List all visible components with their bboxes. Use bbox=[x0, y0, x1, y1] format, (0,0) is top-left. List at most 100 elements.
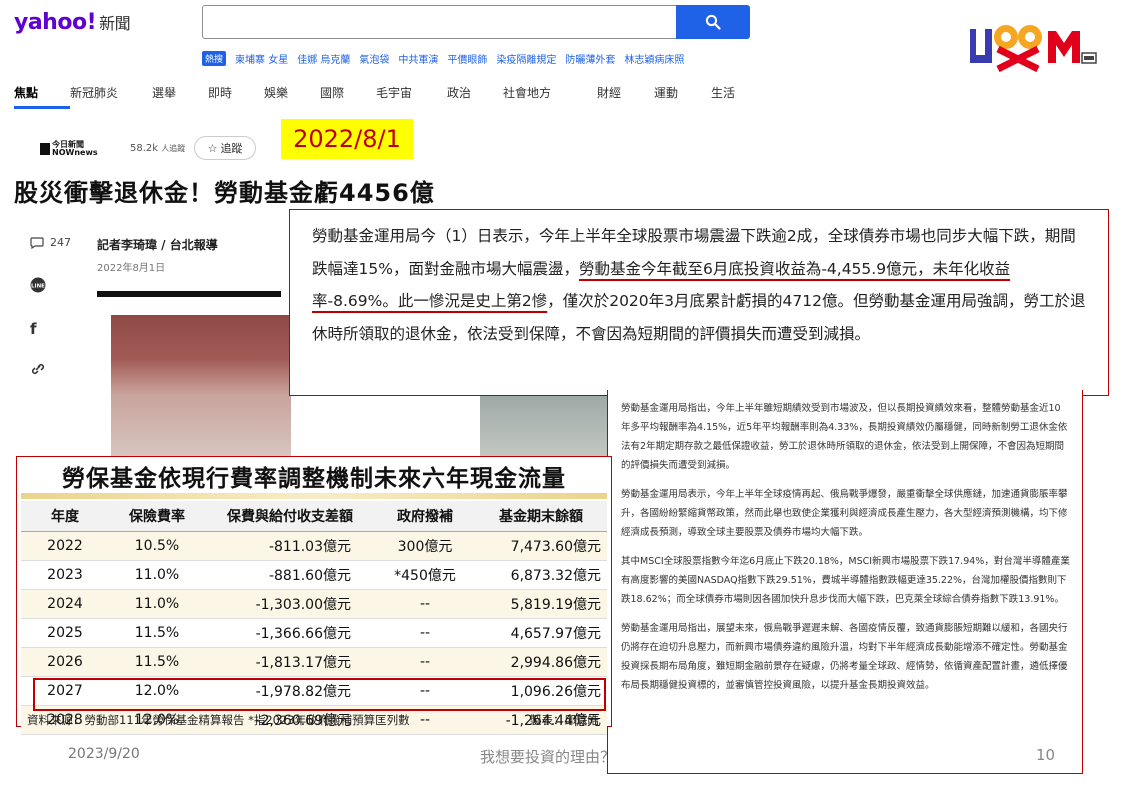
article-paragraph: 勞動基金運用局表示，今年上半年全球疫情再起、俄烏戰爭爆發，嚴重衝擊全球供應鏈，加… bbox=[621, 489, 1068, 538]
link-icon bbox=[31, 363, 45, 375]
tab-covid[interactable]: 新冠肺炎 bbox=[70, 84, 152, 109]
table-cell: 11.5% bbox=[109, 647, 205, 677]
table-cell: 2023 bbox=[21, 560, 109, 590]
table-row: 2023 11.0% -881.60億元 *450億元 6,873.32億元 bbox=[21, 560, 607, 590]
article-paragraph: 勞動基金運用局指出，展望未來，俄烏戰爭遲遲未解、各國疫情反覆，致通貨膨脹短期難以… bbox=[621, 623, 1068, 691]
trending-tag: 熱搜 bbox=[202, 51, 227, 66]
title-divider bbox=[21, 493, 607, 499]
article-headline: 股災衝擊退休金！勞動基金虧4456億 bbox=[14, 179, 435, 207]
tab-politics[interactable]: 政治 bbox=[447, 84, 503, 109]
category-nav: 焦點 新冠肺炎 選舉 即時 娛樂 國際 毛宇宙 政治 社會地方 財經 運動 生活 bbox=[14, 84, 751, 109]
follow-button[interactable]: ☆ 追蹤 bbox=[194, 136, 256, 160]
table-cell: -1,813.17億元 bbox=[205, 647, 375, 677]
tab-finance[interactable]: 財經 bbox=[597, 84, 654, 109]
column-header: 保費與給付收支差額 bbox=[205, 501, 375, 532]
table-cell: 2,994.86億元 bbox=[475, 647, 607, 677]
table-cell: 2026 bbox=[21, 647, 109, 677]
date-badge: 2022/8/1 bbox=[281, 119, 413, 159]
table-row: 2024 11.0% -1,303.00億元 -- 5,819.19億元 bbox=[21, 589, 607, 619]
column-header: 保險費率 bbox=[109, 501, 205, 532]
trending-bar: 熱搜 柬埔寨 女星 佳娜 烏克蘭 氣泡袋 中共軍演 平價眼飾 染疫隔離規定 防曬… bbox=[202, 51, 684, 66]
comment-icon bbox=[30, 236, 44, 249]
table-row: 2022 10.5% -811.03億元 300億元 7,473.60億元 bbox=[21, 531, 607, 561]
search-icon bbox=[705, 14, 721, 30]
table-cell: 10.5% bbox=[109, 531, 205, 561]
facebook-icon: f bbox=[30, 320, 37, 338]
tab-entertainment[interactable]: 娛樂 bbox=[264, 84, 320, 109]
tab-realtime[interactable]: 即時 bbox=[208, 84, 264, 109]
trending-link[interactable]: 防曬薄外套 bbox=[565, 51, 615, 66]
follower-count: 58.2k 人追蹤 bbox=[130, 143, 185, 154]
divider-bar bbox=[97, 291, 281, 297]
tab-international[interactable]: 國際 bbox=[320, 84, 376, 109]
article-paragraph: 其中MSCI全球股票指數今年迄6月底止下跌20.18%，MSCI新興市場股票下跌… bbox=[621, 556, 1070, 605]
table-cell: 11.0% bbox=[109, 589, 205, 619]
comments-button[interactable]: 247 bbox=[30, 236, 71, 249]
tab-life[interactable]: 生活 bbox=[711, 84, 751, 109]
table-cell: 300億元 bbox=[375, 531, 475, 561]
table-cell: *450億元 bbox=[375, 560, 475, 590]
table-cell: 7,473.60億元 bbox=[475, 531, 607, 561]
table-title: 勞保基金依現行費率調整機制未來六年現金流量 bbox=[62, 466, 566, 492]
tab-election[interactable]: 選舉 bbox=[152, 84, 208, 109]
tab-metaverse[interactable]: 毛宇宙 bbox=[376, 84, 447, 109]
slide-number: 10 bbox=[1036, 746, 1056, 764]
trending-link[interactable]: 染疫隔離規定 bbox=[496, 51, 556, 66]
tab-society[interactable]: 社會地方 bbox=[503, 84, 597, 109]
table-cell: 2022 bbox=[21, 531, 109, 561]
line-icon: LINE bbox=[30, 277, 46, 293]
trending-link[interactable]: 柬埔寨 女星 bbox=[235, 51, 288, 66]
row-2028-highlight bbox=[33, 678, 606, 711]
look-brand-logo bbox=[970, 25, 1097, 73]
table-cell: -- bbox=[375, 618, 475, 648]
table-cell: 11.5% bbox=[109, 618, 205, 648]
publish-date: 2022年8月1日 bbox=[97, 263, 166, 274]
line-share-button[interactable]: LINE bbox=[30, 277, 46, 293]
table-source-note: 資料來源：勞動部111年勞保基金精算報告 *指2023年政府撥補預算匡列數 bbox=[27, 713, 410, 727]
facebook-share-button[interactable]: f bbox=[30, 320, 37, 338]
star-icon: ☆ bbox=[207, 141, 218, 155]
logo-text: yahoo! bbox=[14, 10, 97, 35]
follower-label: 人追蹤 bbox=[161, 144, 186, 153]
comment-count: 247 bbox=[50, 236, 71, 249]
trending-link[interactable]: 氣泡袋 bbox=[359, 51, 389, 66]
table-cell: -1,366.66億元 bbox=[205, 618, 375, 648]
table-row: 2026 11.5% -1,813.17億元 -- 2,994.86億元 bbox=[21, 647, 607, 677]
table-cell: 5,819.19億元 bbox=[475, 589, 607, 619]
article-photo bbox=[111, 315, 291, 460]
table-cell: 11.0% bbox=[109, 560, 205, 590]
svg-text:LINE: LINE bbox=[31, 284, 45, 290]
table-cell: 2025 bbox=[21, 618, 109, 648]
table-cell: -- bbox=[375, 589, 475, 619]
tab-focus[interactable]: 焦點 bbox=[14, 84, 70, 109]
table-cell: -811.03億元 bbox=[205, 531, 375, 561]
author-byline: 記者李琦瑋 / 台北報導 bbox=[97, 238, 218, 252]
column-header: 基金期末餘額 bbox=[475, 501, 607, 532]
publisher-logo[interactable]: 今日新聞 NOWnews bbox=[40, 141, 98, 157]
column-header: 年度 bbox=[21, 501, 109, 532]
yahoo-news-logo[interactable]: yahoo! 新聞 bbox=[14, 10, 131, 35]
trending-link[interactable]: 平價眼飾 bbox=[447, 51, 487, 66]
publisher-name-en: NOWnews bbox=[52, 148, 98, 157]
search-button[interactable] bbox=[676, 5, 750, 39]
table-header-row: 年度 保險費率 保費與給付收支差額 政府撥補 基金期末餘額 bbox=[21, 501, 607, 532]
table-cell: -- bbox=[375, 647, 475, 677]
article-excerpt: 勞動基金運用局指出，今年上半年雖短期績效受到市場波及，但以長期投資績效來看，整體… bbox=[607, 390, 1083, 774]
quote-callout: 勞動基金運用局今（1）日表示，今年上半年全球股票市場震盪下跌逾2成，全球債券市場… bbox=[289, 209, 1109, 396]
slide-footer-title: 我想要投資的理由？ bbox=[480, 748, 616, 766]
table-maker-note: 製表：邱琮皓 bbox=[530, 713, 599, 727]
article-photo-background bbox=[480, 390, 610, 460]
search-input[interactable] bbox=[202, 5, 676, 39]
table-cell: -1,303.00億元 bbox=[205, 589, 375, 619]
follower-number: 58.2k bbox=[130, 143, 159, 154]
copy-link-button[interactable] bbox=[30, 362, 46, 376]
logo-sub: 新聞 bbox=[99, 14, 131, 33]
table-cell: 2024 bbox=[21, 589, 109, 619]
article-paragraph: 勞動基金運用局指出，今年上半年雖短期績效受到市場波及，但以長期投資績效來看，整體… bbox=[621, 403, 1068, 471]
tab-sports[interactable]: 運動 bbox=[654, 84, 711, 109]
trending-link[interactable]: 中共軍演 bbox=[398, 51, 438, 66]
trending-link[interactable]: 林志穎病床照 bbox=[624, 51, 684, 66]
follow-label: 追蹤 bbox=[220, 142, 243, 155]
slide-date: 2023/9/20 bbox=[68, 746, 140, 762]
trending-link[interactable]: 佳娜 烏克蘭 bbox=[297, 51, 350, 66]
